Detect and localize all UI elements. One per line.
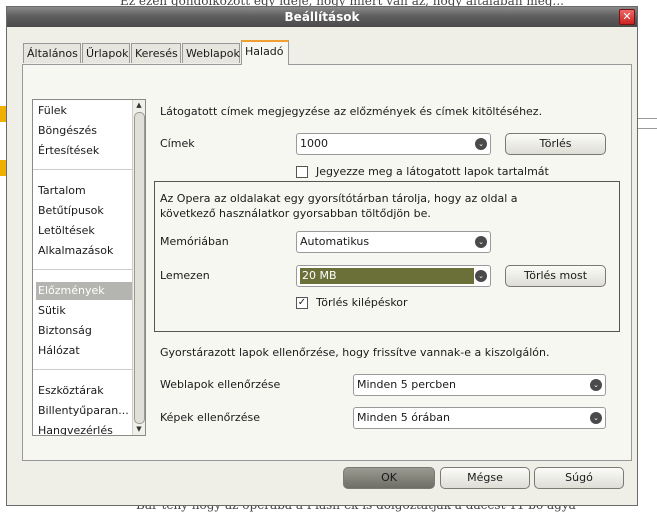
category-item-applications[interactable]: Alkalmazások [36, 242, 133, 260]
check-pages-label: Weblapok ellenőrzése [160, 378, 281, 391]
chevron-down-icon: ⌄ [475, 138, 487, 150]
disk-label: Lemezen [160, 269, 210, 282]
category-item-notifications[interactable]: Értesítések [36, 142, 133, 160]
category-item-browsing[interactable]: Böngészés [36, 122, 133, 140]
check-pages-value: Minden 5 percben [357, 378, 457, 391]
tab-search[interactable]: Keresés [131, 43, 181, 63]
chevron-down-icon: ⌄ [475, 270, 487, 282]
check-images-value: Minden 5 órában [357, 411, 450, 424]
tab-panel: Fülek Böngészés Értesítések Tartalom Bet… [22, 64, 632, 461]
disk-select[interactable]: 20 MB ⌄ [296, 265, 491, 287]
cache-intro-line1: Az Opera az oldalakat egy gyorsítótárban… [160, 192, 518, 205]
chevron-down-icon: ⌄ [590, 379, 602, 391]
tab-general[interactable]: Általános [23, 43, 81, 63]
history-intro-text: Látogatott címek megjegyzése az előzmény… [160, 105, 543, 118]
clear-cache-now-button[interactable]: Törlés most [505, 265, 606, 287]
tab-forms[interactable]: Űrlapok [82, 43, 130, 63]
freshness-intro-text: Gyorstárazott lapok ellenőrzése, hogy fr… [160, 346, 550, 359]
tab-advanced[interactable]: Haladó [241, 40, 289, 65]
category-item-toolbars[interactable]: Eszköztárak [36, 382, 133, 400]
scroll-up-icon[interactable]: ▲ [133, 100, 145, 111]
remember-content-label: Jegyezze meg a látogatott lapok tartalmá… [316, 165, 549, 178]
remember-content-checkbox[interactable] [296, 166, 308, 178]
tab-webpages[interactable]: Weblapok [182, 43, 240, 63]
category-item-downloads[interactable]: Letöltések [36, 222, 133, 240]
memory-value: Automatikus [300, 235, 370, 248]
dialog-titlebar[interactable]: Beállítások ✕ [7, 7, 637, 27]
category-separator [33, 169, 133, 170]
addresses-value: 1000 [300, 137, 328, 150]
check-images-label: Képek ellenőrzése [160, 411, 260, 424]
preferences-dialog: Beállítások ✕ Általános Űrlapok Keresés … [6, 6, 638, 506]
memory-select[interactable]: Automatikus ⌄ [296, 231, 491, 253]
check-images-select[interactable]: Minden 5 órában ⌄ [353, 407, 606, 429]
clear-history-button[interactable]: Törlés [505, 133, 606, 155]
memory-label: Memóriában [160, 235, 229, 248]
addresses-label: Címek [160, 137, 195, 150]
category-item-shortcuts[interactable]: Billentyűparan... [36, 402, 133, 420]
category-list[interactable]: Fülek Böngészés Értesítések Tartalom Bet… [32, 99, 146, 436]
cancel-button[interactable]: Mégse [440, 467, 530, 489]
disk-value: 20 MB [300, 268, 474, 284]
scroll-thumb[interactable] [134, 112, 145, 424]
category-item-network[interactable]: Hálózat [36, 342, 133, 360]
category-item-tabs[interactable]: Fülek [36, 102, 133, 120]
clear-on-exit-checkbox[interactable]: ✓ [296, 297, 308, 309]
scroll-down-icon[interactable]: ▼ [133, 424, 145, 435]
category-item-history[interactable]: Előzmények [36, 282, 133, 300]
clear-on-exit-label: Törlés kilépéskor [316, 296, 408, 309]
category-item-content[interactable]: Tartalom [36, 182, 133, 200]
category-item-security[interactable]: Biztonság [36, 322, 133, 340]
help-button[interactable]: Súgó [534, 467, 624, 489]
category-scrollbar[interactable]: ▲ ▼ [132, 100, 145, 435]
cache-intro-line2: következő használatkor gyorsabban töltőd… [160, 207, 431, 220]
ok-button[interactable]: OK [343, 467, 435, 489]
chevron-down-icon: ⌄ [475, 236, 487, 248]
addresses-select[interactable]: 1000 ⌄ [296, 133, 491, 155]
check-pages-select[interactable]: Minden 5 percben ⌄ [353, 374, 606, 396]
category-separator [33, 369, 133, 370]
category-item-voice[interactable]: Hangvezérlés [36, 422, 133, 435]
dialog-title: Beállítások [284, 10, 360, 24]
chevron-down-icon: ⌄ [590, 412, 602, 424]
category-item-cookies[interactable]: Sütik [36, 302, 133, 320]
category-item-fonts[interactable]: Betűtípusok [36, 202, 133, 220]
close-icon[interactable]: ✕ [619, 9, 635, 25]
category-separator [33, 269, 133, 270]
